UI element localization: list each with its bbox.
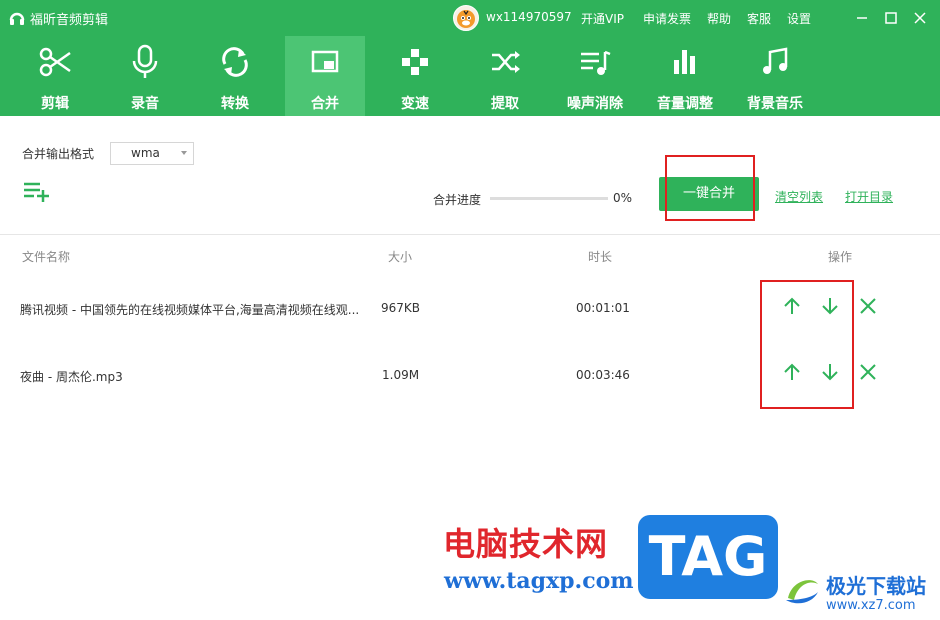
merge-options-panel [0,116,940,235]
format-label: 合并输出格式 [22,147,95,161]
tool-record[interactable]: 录音 [105,36,185,116]
username[interactable]: wx114970597 [486,10,572,24]
tool-label: 背景音乐 [747,96,803,112]
tool-label: 音量调整 [657,96,713,112]
clear-list-link[interactable]: 清空列表 [775,188,823,205]
speed-icon [402,49,428,75]
function-toolbar: 剪辑 录音 转换 合并 变速 提取 噪声消除 音量调整 背景音乐 [0,36,940,116]
minimize-icon[interactable] [852,8,872,28]
aurora-logo-icon [786,580,818,604]
tool-label: 转换 [221,96,249,112]
tool-convert[interactable]: 转换 [195,36,275,116]
close-icon[interactable] [910,8,930,28]
watermark-jg-url: www.xz7.com [826,598,916,613]
app-logo-icon [9,12,25,25]
scissors-icon [39,47,71,77]
watermark-tag-logo: TAG [638,515,778,599]
invoice-link[interactable]: 申请发票 [643,10,691,27]
tool-cut[interactable]: 剪辑 [15,36,95,116]
tool-volume[interactable]: 音量调整 [645,36,725,116]
tool-label: 噪声消除 [567,96,623,112]
tool-noise[interactable]: 噪声消除 [555,36,635,116]
watermark-site-name: 电脑技术网 [443,525,609,563]
user-avatar[interactable] [453,5,479,31]
progress-percent: 0% [613,191,633,205]
volume-bars-icon [674,50,695,74]
highlight-box-actions [760,280,854,409]
file-duration: 00:03:46 [576,368,630,382]
file-name: 夜曲 - 周杰伦.mp3 [20,370,123,384]
merge-icon [311,50,339,73]
watermark-tag-text: TAG [648,525,768,588]
tiger-avatar-icon [457,10,475,28]
title-bar: 福昕音频剪辑 wx114970597 开通VIP 申请发票 帮助 客服 设置 [0,0,940,36]
file-size: 1.09M [382,368,420,382]
header-actions: 操作 [828,250,853,264]
app-title: 福昕音频剪辑 [30,13,109,28]
file-duration: 00:01:01 [576,301,630,315]
extract-icon [492,51,520,73]
vip-link[interactable]: 开通VIP [581,10,624,27]
tool-label: 剪辑 [41,96,69,112]
tool-speed[interactable]: 变速 [375,36,455,116]
settings-link[interactable]: 设置 [787,10,811,27]
tool-label: 变速 [401,96,429,112]
convert-icon [222,47,248,77]
tool-label: 录音 [131,96,159,112]
file-name: 腾讯视频 - 中国领先的在线视频媒体平台,海量高清视频在线观... [20,303,360,317]
open-directory-link[interactable]: 打开目录 [845,188,893,205]
music-note-icon [763,47,788,74]
tool-label: 提取 [491,96,519,112]
delete-icon[interactable] [858,296,878,316]
tool-merge[interactable]: 合并 [285,36,365,116]
tool-bgm[interactable]: 背景音乐 [735,36,815,116]
format-select[interactable]: wma [110,142,194,165]
merge-progress-bar [490,197,608,200]
maximize-icon[interactable] [881,8,901,28]
watermark-site-url: www.tagxp.com [444,568,634,594]
watermark-jg-name: 极光下载站 [826,574,926,598]
add-to-list-icon[interactable] [22,181,52,203]
header-duration: 时长 [588,250,613,264]
progress-label: 合并进度 [433,193,482,207]
delete-icon[interactable] [858,362,878,382]
format-value: wma [131,146,160,160]
tool-label: 合并 [311,96,339,112]
chevron-down-icon [181,151,187,155]
tool-extract[interactable]: 提取 [465,36,545,116]
header-size: 大小 [388,250,413,264]
header-file-name: 文件名称 [22,250,71,264]
help-link[interactable]: 帮助 [707,10,731,27]
microphone-icon [132,44,158,78]
noise-removal-icon [581,50,611,75]
file-size: 967KB [381,301,421,315]
service-link[interactable]: 客服 [747,10,771,27]
highlight-box-merge [665,155,755,221]
